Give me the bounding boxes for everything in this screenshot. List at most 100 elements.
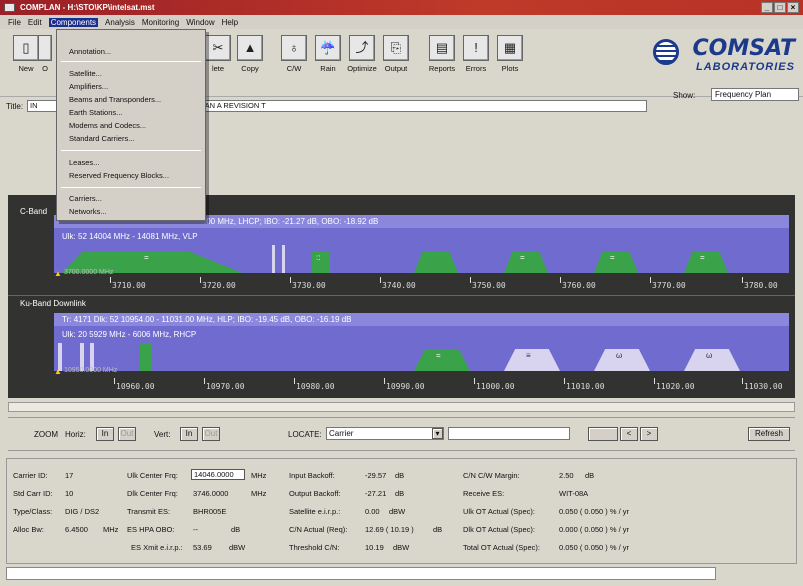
menu-item-leases[interactable]: Leases... [69, 158, 99, 167]
tick-label: 3720.00 [200, 277, 236, 290]
window-title: COMPLAN - H:\STO\KP\intelsat.mst [20, 3, 155, 12]
carrier-details-panel: Carrier ID: 17 Std Carr ID: 10 Type/Clas… [6, 458, 797, 564]
carrier-id-label: Carrier ID: [13, 471, 48, 480]
reports-button[interactable]: ▤ Reports [424, 33, 460, 81]
horizontal-scrollbar[interactable] [8, 402, 795, 412]
carrier-spike[interactable] [282, 245, 285, 273]
carrier-spike[interactable] [272, 245, 275, 273]
errors-label: Errors [465, 64, 487, 73]
minimize-button[interactable]: _ [761, 2, 773, 13]
menu-analysis[interactable]: Analysis [105, 18, 135, 27]
reports-label: Reports [428, 64, 456, 73]
kuband-beam-info: Tr: 4171 Dlk: 52 10954.00 - 11031.00 MHz… [62, 315, 352, 324]
carrier-label: ω [616, 351, 623, 360]
cw-label: C/W [286, 64, 302, 73]
menu-edit[interactable]: Edit [28, 18, 42, 27]
locate-search-input[interactable] [448, 427, 570, 440]
errors-button[interactable]: ! Errors [458, 33, 494, 81]
zoom-horiz-out-button[interactable]: Out [118, 427, 136, 441]
refresh-button[interactable]: Refresh [748, 427, 790, 441]
open-button[interactable]: O [36, 33, 54, 81]
copy-button[interactable]: ▲ Copy [232, 33, 268, 81]
es-eirp-unit: dBW [229, 543, 246, 552]
dlk-ot-label: Dlk OT Actual (Spec): [463, 525, 535, 534]
kuband-uplink-info: Ulk: 20 5929 MHz - 6006 MHz, RHCP [62, 330, 197, 339]
menu-item-reserved-blocks[interactable]: Reserved Frequency Blocks... [69, 171, 169, 180]
locate-select[interactable]: Carrier [326, 427, 444, 440]
frequency-plan-plot[interactable]: C-Band .00 MHz, LHCP; IBO: -21.27 dB, OB… [8, 195, 795, 398]
sat-eirp-unit: dBW [389, 507, 406, 516]
plots-button[interactable]: ▦ Plots [492, 33, 528, 81]
cw-button[interactable]: ♁ C/W [276, 33, 312, 81]
ulk-freq-input[interactable]: 14046.0000 [191, 469, 245, 480]
close-button[interactable]: × [787, 2, 799, 13]
menu-item-networks[interactable]: Networks... [69, 207, 107, 216]
show-label: Show: [673, 91, 696, 100]
menu-file[interactable]: File [8, 18, 21, 27]
ulk-ot-value: 0.050 ( 0.050 ) % / yr [559, 507, 630, 516]
menu-item-amplifiers[interactable]: Amplifiers... [69, 82, 108, 91]
optimize-icon: ⤴ [349, 35, 375, 61]
tick-label: 10960.00 [114, 378, 155, 391]
locate-next-button[interactable]: > [640, 427, 658, 441]
lamp-icon: ♁ [281, 35, 307, 61]
tick-label: 11000.00 [474, 378, 515, 391]
rain-button[interactable]: ☔ Rain [310, 33, 346, 81]
open-icon [38, 35, 52, 61]
zoom-vert-label: Vert: [154, 430, 171, 439]
carrier-label: = [610, 253, 615, 262]
optimize-button[interactable]: ⤴ Optimize [344, 33, 380, 81]
app-icon[interactable] [4, 3, 15, 12]
carrier-block[interactable] [140, 343, 152, 371]
ulk-ot-label: Ulk OT Actual (Spec): [463, 507, 535, 516]
cn-margin-value: 2.50 [559, 471, 574, 480]
zoom-vert-in-button[interactable]: In [180, 427, 198, 441]
receive-es-label: Receive ES: [463, 489, 505, 498]
cband-beam[interactable]: .00 MHz, LHCP; IBO: -21.27 dB, OBO: -18.… [54, 215, 789, 273]
maximize-button[interactable]: □ [774, 2, 786, 13]
ulk-freq-unit: MHz [251, 471, 267, 480]
dlk-freq-value: 3746.0000 [193, 489, 229, 498]
menu-monitoring[interactable]: Monitoring [142, 18, 179, 27]
menu-item-annotation[interactable]: Annotation... [69, 47, 111, 56]
threshold-value: 10.19 [365, 543, 384, 552]
carrier-label: = [520, 253, 525, 262]
menu-item-modems[interactable]: Modems and Codecs... [69, 121, 146, 130]
menu-item-satellite[interactable]: Satellite... [69, 69, 102, 78]
output-label: Output [384, 64, 408, 73]
show-select[interactable]: Frequency Plan [711, 88, 799, 101]
title-label: Title: [6, 101, 24, 111]
menu-window[interactable]: Window [186, 18, 214, 27]
locate-label: LOCATE: [288, 430, 322, 439]
tick-label: 3710.00 [110, 277, 146, 290]
zoom-locate-bar: ZOOM Horiz: In Out Vert: In Out LOCATE: … [8, 417, 795, 451]
carrier-id-value: 17 [65, 471, 74, 480]
carrier-block[interactable] [312, 251, 330, 273]
obo-label: Output Backoff: [289, 489, 341, 498]
zoom-horiz-in-button[interactable]: In [96, 427, 114, 441]
printer-icon: ▤ [429, 35, 455, 61]
locate-first-button[interactable] [588, 427, 618, 441]
menu-item-earth-stations[interactable]: Earth Stations... [69, 108, 122, 117]
cn-actual-unit: dB [433, 525, 443, 534]
kuband-axis: 10960.00 10970.00 10980.00 10990.00 1100… [54, 378, 789, 394]
kuband-beam[interactable]: Tr: 4171 Dlk: 52 10954.00 - 11031.00 MHz… [54, 313, 789, 371]
alloc-bw-unit: MHz [103, 525, 119, 534]
menu-item-standard-carriers[interactable]: Standard Carriers... [69, 134, 134, 143]
tick-label: 10970.00 [204, 378, 245, 391]
obo-value: -27.21 [365, 489, 387, 498]
menu-help[interactable]: Help [222, 18, 238, 27]
carrier-label: = [436, 351, 441, 360]
zoom-label: ZOOM [34, 430, 58, 439]
cband-marker-freq: 3700.0000 MHz [64, 269, 114, 276]
comsat-logo: COMSAT LABORATORIES [645, 37, 795, 81]
threshold-label: Threshold C/N: [289, 543, 340, 552]
components-menu: Annotation... Satellite... Amplifiers...… [56, 29, 206, 221]
locate-prev-button[interactable]: < [620, 427, 638, 441]
menu-item-carriers[interactable]: Carriers... [69, 194, 102, 203]
locate-dropdown-arrow[interactable]: ▾ [432, 428, 443, 439]
zoom-vert-out-button[interactable]: Out [202, 427, 220, 441]
menu-item-beams[interactable]: Beams and Transponders... [69, 95, 161, 104]
menu-components[interactable]: Components [48, 17, 99, 27]
output-button[interactable]: ⎘ Output [378, 33, 414, 81]
